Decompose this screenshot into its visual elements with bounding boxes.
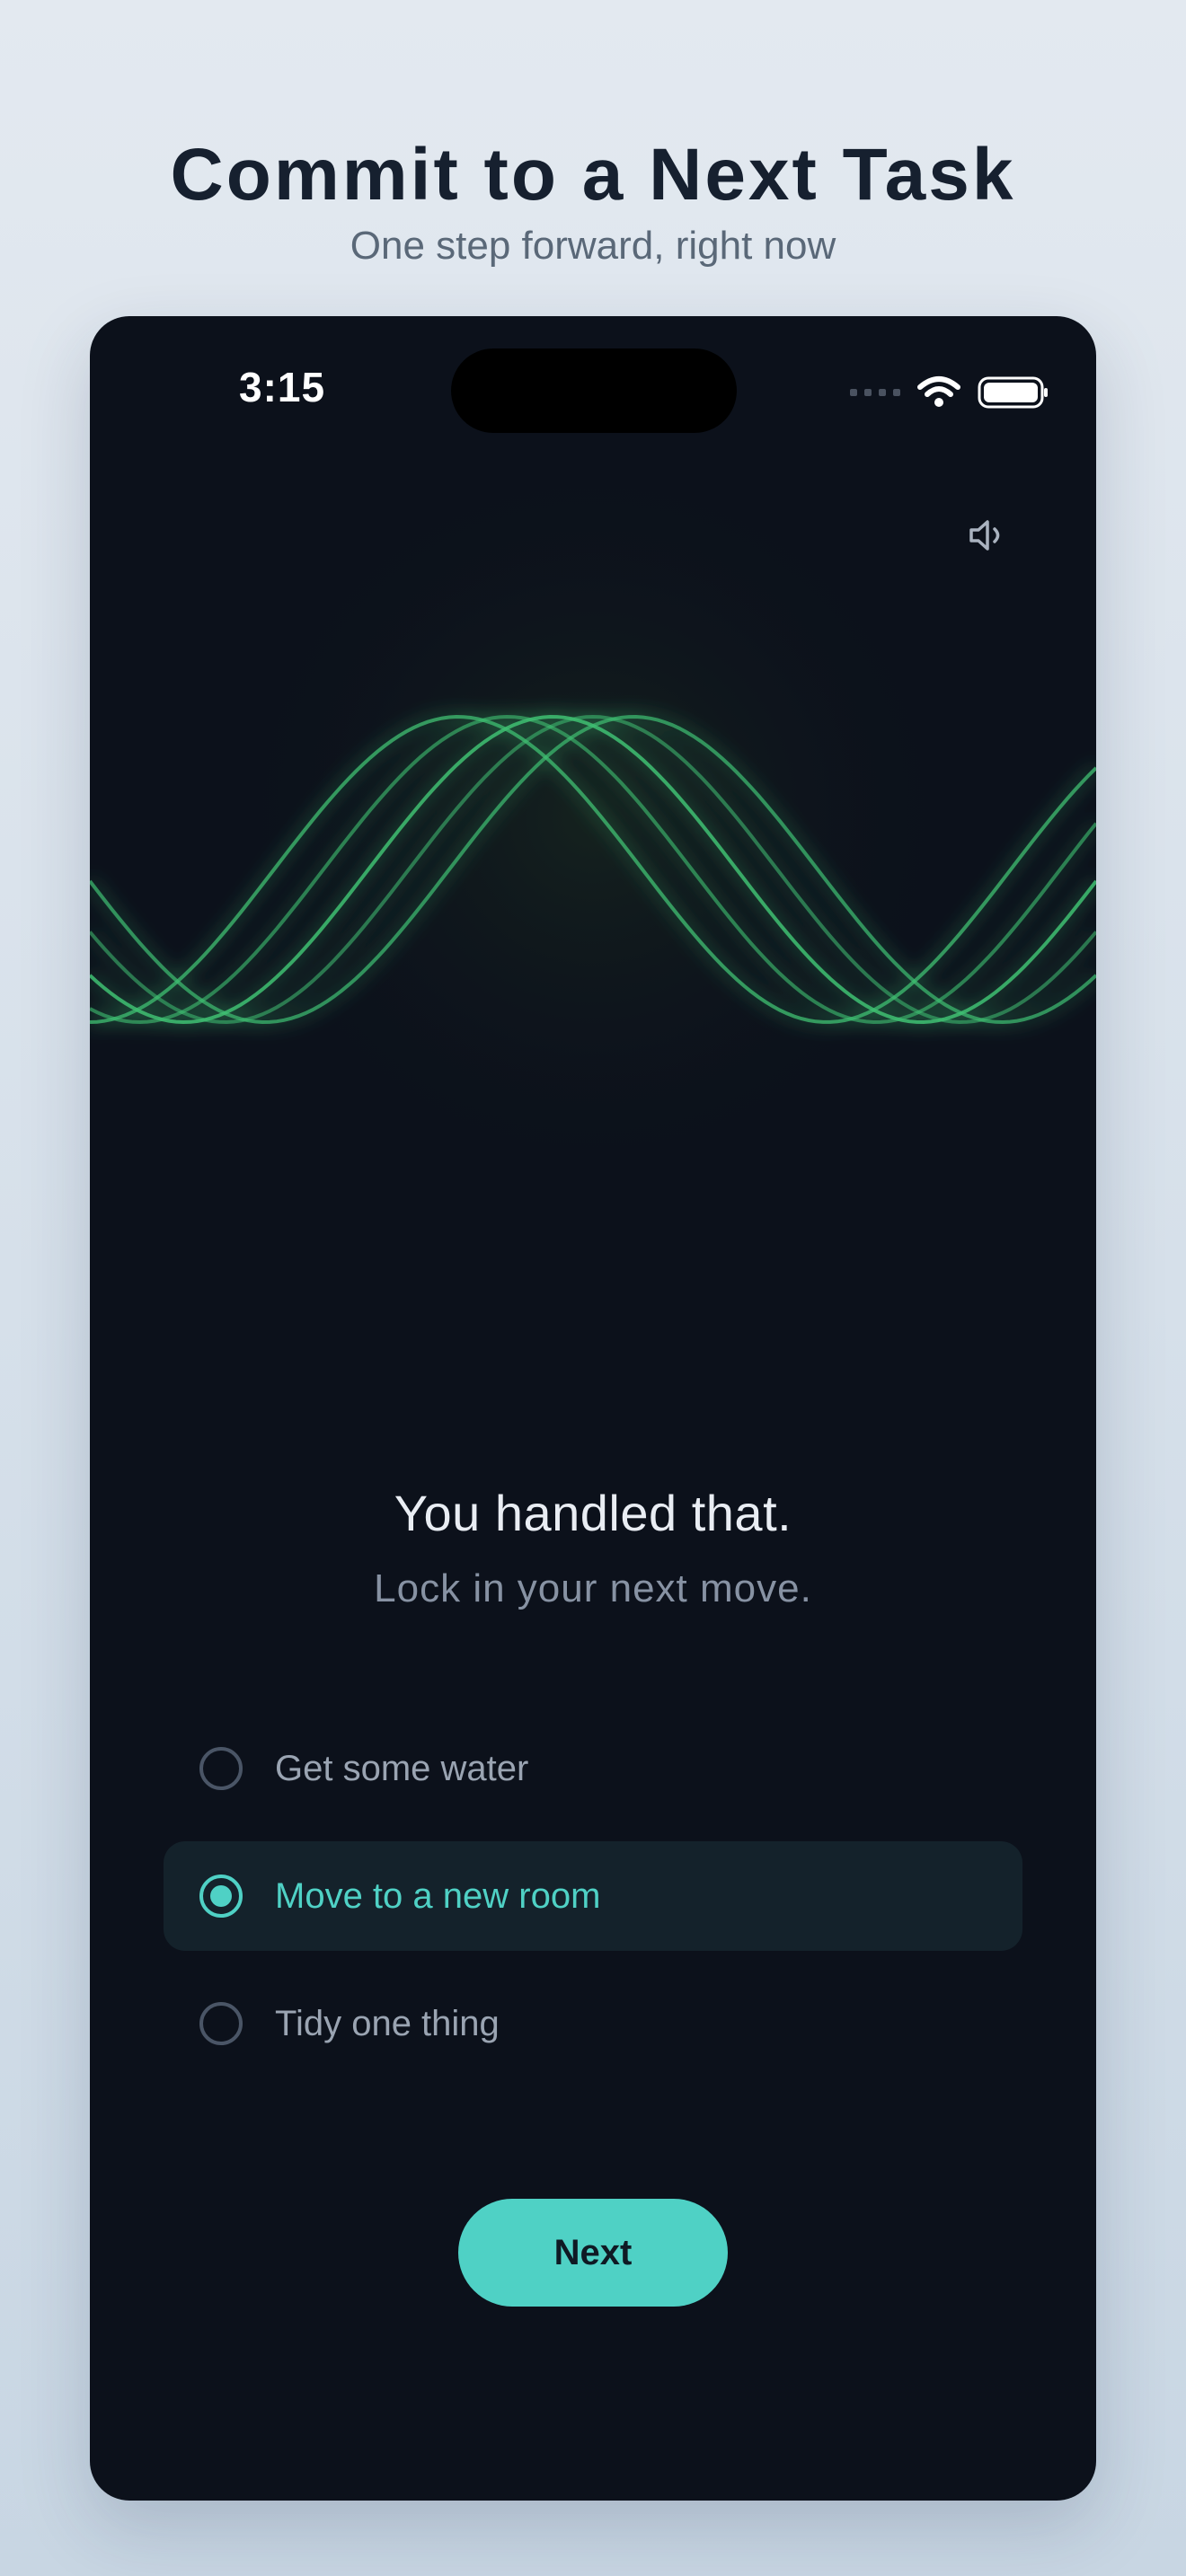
page-header: Commit to a Next Task One step forward, …	[0, 134, 1186, 270]
page-title: Commit to a Next Task	[170, 134, 1016, 216]
radio-button[interactable]	[199, 2002, 243, 2045]
page-subtitle: One step forward, right now	[350, 224, 836, 269]
status-time: 3:15	[239, 364, 326, 410]
sine-wave-visual	[90, 478, 1096, 1232]
option-get-some-water[interactable]: Get some water	[164, 1714, 1022, 1823]
option-tidy-one-thing[interactable]: Tidy one thing	[164, 1969, 1022, 2078]
signal-dots-icon	[850, 389, 900, 396]
task-options: Get some water Move to a new room Tidy o…	[164, 1714, 1022, 2096]
wifi-icon	[917, 376, 960, 407]
radio-dot	[210, 1885, 232, 1907]
subline: Lock in your next move.	[374, 1566, 812, 1610]
battery-icon	[978, 376, 1048, 409]
phone-screen: 3:15 You handled that. Lock in your next…	[90, 316, 1096, 2501]
option-label: Get some water	[275, 1748, 529, 1788]
radio-button[interactable]	[199, 1747, 243, 1790]
headline: You handled that.	[394, 1485, 792, 1541]
option-label: Tidy one thing	[275, 2003, 500, 2043]
option-label: Move to a new room	[275, 1875, 601, 1916]
radio-button-selected[interactable]	[199, 1875, 243, 1918]
status-icons	[850, 370, 1049, 415]
option-move-to-a-new-room[interactable]: Move to a new room	[164, 1841, 1022, 1951]
dynamic-island	[451, 348, 737, 433]
next-button[interactable]: Next	[458, 2199, 728, 2307]
